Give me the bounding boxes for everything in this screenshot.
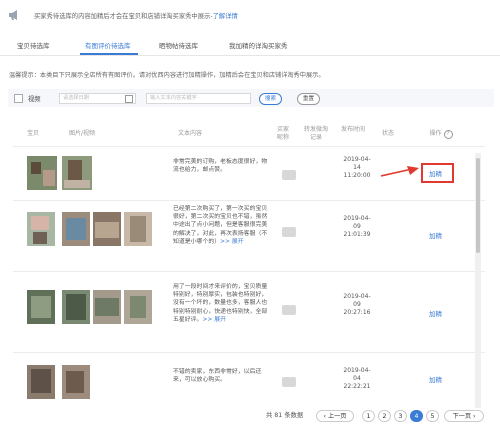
product-thumbnail[interactable] [27,290,55,324]
product-thumbnail[interactable] [27,212,55,246]
scrollbar-thumb[interactable] [476,158,480,253]
review-image[interactable] [93,290,121,324]
header-time: 发布时间 [340,126,365,133]
review-text: 非常完美的订购，老板态度很好，物流也给力，邮点赞。 [173,159,268,174]
arrow-icon [380,166,419,177]
search-button[interactable]: 搜索 [259,93,282,105]
tab-image-review-pool[interactable]: 有图评价待选库 [85,40,131,50]
buyer-nick [282,170,296,180]
header-product: 宝贝 [26,130,39,137]
publish-time: 2019-04-09 21:01:39 [343,215,371,238]
keyword-input[interactable]: 输入文本内容关键字 [146,93,251,104]
publish-time: 2019-04-04 22:22:21 [343,367,371,390]
notice-bar: 买家秀待选库的内容加精后才会在宝贝和店铺详淘买家秀中展示-了解详情 [0,0,500,33]
page-1-button[interactable]: 1 [362,410,375,422]
buyer-nick [282,305,296,315]
header-status: 状态 [381,130,394,137]
total-count: 共 81 条数据 [266,412,304,419]
tab-product-pool[interactable]: 宝贝待选库 [17,40,50,50]
review-image[interactable] [62,212,90,246]
next-page-button[interactable]: 下一页 › [444,410,484,422]
page-4-button[interactable]: 4 [410,410,423,422]
review-image[interactable] [124,290,152,324]
notice-text: 买家秀待选库的内容加精后才会在宝贝和店铺详淘买家秀中展示-了解详情 [34,13,238,20]
header-nick: 买家昵称 [276,126,289,141]
review-image[interactable] [124,212,152,246]
feature-button[interactable]: 加精 [429,374,442,384]
review-image[interactable] [93,212,121,246]
prev-page-button[interactable]: ‹ 上一页 [316,410,354,422]
tab-bar: 宝贝待选库 有图评价待选库 晒物帖待选库 我加精的详淘买家秀 [0,35,500,56]
tab-showcase-pool[interactable]: 晒物帖待选库 [159,40,198,50]
tab-my-featured[interactable]: 我加精的详淘买家秀 [229,40,288,50]
header-forwarded: 转发微淘记录 [304,126,329,141]
megaphone-icon [9,10,17,20]
publish-time: 2019-04-09 20:27:16 [343,293,371,316]
expand-link[interactable]: >> 展开 [202,317,226,323]
header-media: 图片/视频 [68,130,96,137]
buyer-nick [282,377,296,387]
page-5-button[interactable]: 5 [426,410,439,422]
product-thumbnail[interactable] [27,365,55,399]
learn-more-link[interactable]: 了解详情 [213,13,238,20]
review-image[interactable] [62,156,92,190]
highlight-box [421,163,454,183]
review-text: 用了一段时间才来评价的，宝贝质量特别好，特别厚实，包装也特别好，没有一个坏的，数… [173,284,268,323]
feature-button[interactable]: 加精 [429,308,442,318]
publish-time: 2019-04-14 11:20:00 [343,156,371,179]
calendar-icon[interactable] [125,95,133,103]
review-text: 不错的卖家，东西非常好，以后还来，可以放心购买。 [173,369,262,384]
reset-button[interactable]: 重置 [297,93,320,105]
active-tab-indicator [80,53,138,55]
expand-link[interactable]: >> 展开 [220,239,244,245]
header-content: 文本内容 [177,130,202,137]
review-text: 已经第二次购买了，第一次买的宝贝很好，第二次买的宝贝也不错，虽然中途出了点小问题… [173,206,268,245]
video-label: 视频 [28,96,41,103]
tip-text: 温馨提示：本类目下只展示全店所有有图评价。请对优西内容进行加精操作，加精后会在宝… [9,72,325,79]
help-icon[interactable]: ? [443,130,453,139]
video-checkbox[interactable] [14,94,23,103]
buyer-nick [282,227,296,237]
feature-button[interactable]: 加精 [429,230,442,240]
page-2-button[interactable]: 2 [378,410,391,422]
header-action: 操作? [425,130,457,139]
review-image[interactable] [62,365,90,399]
page-3-button[interactable]: 3 [394,410,407,422]
product-thumbnail[interactable] [27,156,57,190]
review-image[interactable] [62,290,90,324]
